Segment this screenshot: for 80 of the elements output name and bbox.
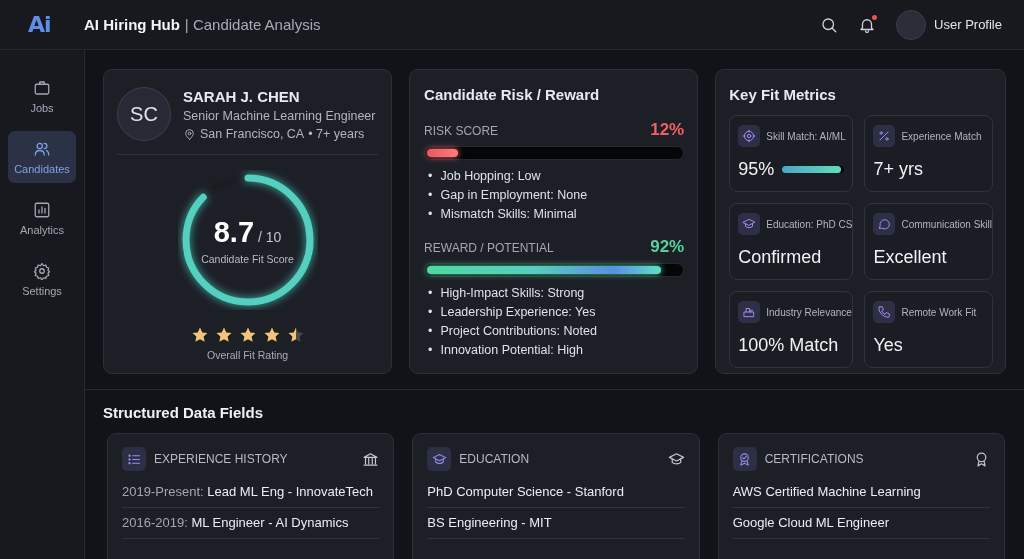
user-profile-link[interactable]: User Profile xyxy=(934,17,1002,32)
data-row: 2019-Present: Lead ML Eng - InnovateTech xyxy=(122,477,380,508)
chart-icon xyxy=(33,200,51,219)
score-max: / 10 xyxy=(258,228,282,245)
graduation-cap-icon xyxy=(667,450,685,468)
briefcase-icon xyxy=(33,78,51,97)
data-row: PhD Computer Science - Stanford xyxy=(427,477,685,508)
metric-label: Remote Work Fit xyxy=(901,306,977,318)
page-subtitle: | Candidate Analysis xyxy=(184,16,321,33)
list-item: Gap in Employment: None xyxy=(440,187,588,204)
bank-icon xyxy=(362,450,380,468)
metric-value: Confirmed xyxy=(738,247,822,268)
card-title: EXPERIENCE HISTORY xyxy=(154,452,289,466)
card-title: EDUCATION xyxy=(459,452,531,466)
data-row: AWS Certified Machine Learning xyxy=(732,477,990,508)
list-icon xyxy=(126,451,142,467)
metric-label: Skill Match: AI/ML xyxy=(766,130,846,142)
sidebar-item[interactable]: Analytics xyxy=(8,192,76,244)
metric-value: 12% xyxy=(650,120,685,140)
building-icon xyxy=(742,305,757,319)
data-row: 2016-2019: ML Engineer - AI Dynamics xyxy=(122,508,380,539)
bullet: • xyxy=(428,304,433,321)
list-item: Leadership Experience: Yes xyxy=(440,304,596,321)
metric-value: 100% Match xyxy=(738,335,839,356)
card-title: Key Fit Metrics xyxy=(729,86,837,103)
bullet: • xyxy=(428,342,433,359)
percent-icon xyxy=(877,129,892,143)
settings-icon xyxy=(33,261,51,280)
bullet: • xyxy=(428,285,433,302)
star-icon xyxy=(238,326,257,344)
metric-label: REWARD / POTENTIAL xyxy=(424,241,554,255)
metric-label: Experience Match xyxy=(901,130,982,142)
logo: Ai xyxy=(28,12,52,37)
metric-value: 95% xyxy=(738,159,775,180)
app-title: AI Hiring Hub xyxy=(84,16,180,33)
graduation-cap-icon xyxy=(431,451,447,467)
avatar: SC xyxy=(117,87,171,141)
notifications-button[interactable] xyxy=(858,15,877,34)
bullet: • xyxy=(428,168,433,185)
search-button[interactable] xyxy=(820,15,839,34)
star-icon xyxy=(190,326,209,344)
bullet: • xyxy=(428,206,433,223)
star-icon xyxy=(286,326,305,344)
bullet: • xyxy=(428,323,433,340)
candidate-role: Senior Machine Learning Engineer xyxy=(183,109,376,123)
section-title: Structured Data Fields xyxy=(103,404,265,421)
sidebar-item[interactable]: Jobs xyxy=(8,70,76,122)
speech-bubble-icon xyxy=(877,217,892,231)
star-icon xyxy=(214,326,233,344)
metric-label: Industry Relevance xyxy=(766,306,852,318)
metric-label: Education: PhD CS xyxy=(766,218,853,230)
candidate-name: SARAH J. CHEN xyxy=(183,88,301,105)
data-row: Google Cloud ML Engineer xyxy=(732,508,990,539)
metric-value: Yes xyxy=(873,335,903,356)
location-pin-icon xyxy=(183,127,196,141)
metric-value: Excellent xyxy=(873,247,947,268)
candidate-experience: • 7+ years xyxy=(308,127,365,141)
list-item: Mismatch Skills: Minimal xyxy=(440,206,577,223)
sidebar-item[interactable]: Candidates xyxy=(8,131,76,183)
metric-value: 7+ yrs xyxy=(873,159,923,180)
fit-score: 8.7 xyxy=(213,215,255,249)
list-item: Project Contributions: Noted xyxy=(440,323,597,340)
list-item: Job Hopping: Low xyxy=(440,168,541,185)
metric-label: Communication Skill xyxy=(901,218,992,230)
score-label: Candidate Fit Score xyxy=(201,252,294,265)
list-item: Innovation Potential: High xyxy=(440,342,583,359)
metric-label: RISK SCORE xyxy=(424,124,499,138)
search-icon xyxy=(820,15,839,34)
graduation-cap-icon xyxy=(742,217,757,231)
card-title: Candidate Risk / Reward xyxy=(424,86,601,103)
phone-icon xyxy=(877,305,892,319)
bullet: • xyxy=(428,187,433,204)
card-title: CERTIFICATIONS xyxy=(764,452,865,466)
sidebar-item[interactable]: Settings xyxy=(8,253,76,305)
star-icon xyxy=(262,326,281,344)
candidate-location: San Francisco, CA xyxy=(200,127,305,141)
metric-value: 92% xyxy=(650,237,685,257)
rating-label: Overall Fit Rating xyxy=(206,349,290,361)
data-row: BS Engineering - MIT xyxy=(427,508,685,539)
list-item: High-Impact Skills: Strong xyxy=(440,285,585,302)
